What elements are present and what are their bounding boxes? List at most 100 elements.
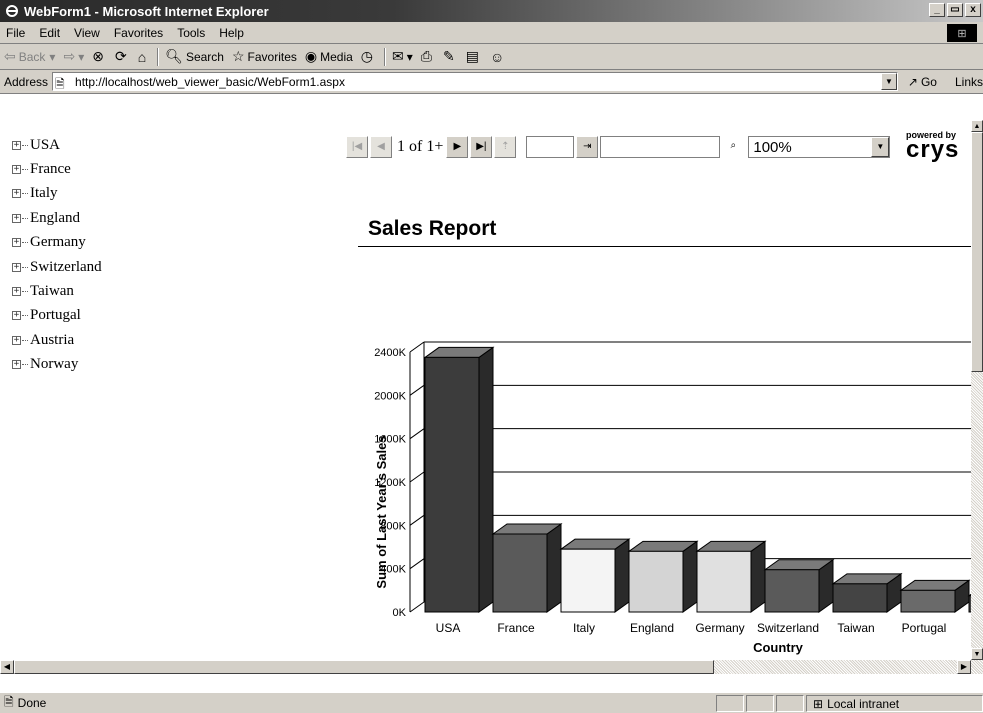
tree-connector	[22, 193, 28, 195]
bar	[764, 569, 820, 613]
page-done-icon: 🗎	[4, 694, 14, 709]
standard-toolbar: ⇦ Back ▾ ⇨ ▾ ⊗ ⟳ ⌂ 🔍︎ Search ☆ Favorites…	[0, 44, 983, 70]
expand-icon[interactable]: +	[12, 238, 21, 248]
expand-icon[interactable]: +	[12, 140, 21, 150]
vertical-scroll-thumb[interactable]	[971, 132, 983, 372]
x-tick-label: England	[630, 621, 674, 635]
stop-button[interactable]: ⊗	[92, 48, 107, 65]
crystal-logo: powered by crys	[906, 130, 960, 163]
first-page-button[interactable]: |◀	[346, 136, 368, 158]
tree-item-taiwan[interactable]: + Taiwan	[12, 279, 102, 303]
goto-page-input[interactable]	[526, 136, 575, 158]
tree-item-england[interactable]: + England	[12, 206, 102, 230]
zoom-dropdown-button[interactable]: ▼	[871, 137, 890, 157]
go-button[interactable]: ↗ Go	[908, 75, 937, 89]
mail-button[interactable]: ✉ ▾	[392, 48, 413, 65]
media-button[interactable]: ◉ Media	[305, 48, 353, 65]
menu-help[interactable]: Help	[219, 26, 244, 40]
expand-icon[interactable]: +	[12, 287, 21, 297]
close-button[interactable]: x	[965, 3, 981, 17]
tree-item-italy[interactable]: + Italy	[12, 182, 102, 206]
edit-button[interactable]: ✎	[443, 48, 458, 65]
status-text: Done	[17, 696, 47, 710]
scroll-left-icon[interactable]: ◀	[0, 660, 14, 674]
chart-bars	[423, 346, 971, 613]
forward-arrow-icon: ⇨	[63, 48, 76, 64]
last-page-button[interactable]: ▶|	[470, 136, 493, 158]
goto-page-button[interactable]: ⇥	[576, 136, 599, 158]
expand-icon[interactable]: +	[12, 311, 21, 321]
x-tick-labels: USA France Italy England Germany Switzerland T…	[436, 621, 947, 635]
home-button[interactable]: ⌂	[138, 49, 149, 65]
x-tick-label: USA	[436, 621, 461, 635]
address-input[interactable]: 🗎 http://localhost/web_viewer_basic/WebF…	[52, 72, 898, 91]
media-icon: ◉	[304, 48, 318, 64]
bar-side	[614, 538, 630, 613]
search-button[interactable]: 🔍︎ Search	[165, 48, 224, 65]
bar-side	[682, 540, 698, 613]
refresh-button[interactable]: ⟳	[115, 48, 130, 65]
favorites-button[interactable]: ☆ Favorites	[232, 48, 297, 65]
address-dropdown-button[interactable]: ▼	[880, 73, 897, 90]
vertical-scrollbar[interactable]: ▲ ▼	[971, 120, 983, 660]
horizontal-scroll-thumb[interactable]	[14, 660, 714, 674]
dropdown-icon: ▾	[49, 49, 56, 64]
ie-icon	[4, 3, 20, 19]
back-button[interactable]: ⇦ Back ▾	[4, 48, 55, 65]
binoculars-search-icon[interactable]: ⌕	[722, 136, 744, 158]
drill-up-button[interactable]: ⇡	[494, 136, 517, 158]
chart-grid-diagonal	[409, 341, 425, 353]
favorites-icon: ☆	[231, 48, 245, 64]
scroll-down-icon[interactable]: ▼	[971, 648, 983, 660]
discuss-button[interactable]: ▤	[466, 48, 482, 65]
expand-icon[interactable]: +	[12, 189, 21, 199]
history-button[interactable]: ◷	[361, 48, 376, 65]
expand-icon[interactable]: +	[12, 335, 21, 345]
next-page-button[interactable]: ▶	[446, 136, 469, 158]
horizontal-scrollbar[interactable]: ◀ ▶	[0, 660, 983, 674]
messenger-button[interactable]: ☺	[490, 49, 507, 65]
expand-icon[interactable]: +	[12, 360, 21, 370]
tree-connector	[22, 315, 28, 317]
back-arrow-icon: ⇦	[4, 48, 16, 64]
menu-edit[interactable]: Edit	[39, 26, 60, 40]
expand-icon[interactable]: +	[12, 165, 21, 175]
links-button[interactable]: Links	[955, 75, 983, 89]
menu-file[interactable]: File	[6, 26, 25, 40]
print-button[interactable]: ⎙	[421, 48, 435, 65]
tree-item-france[interactable]: + France	[12, 157, 102, 181]
tree-item-austria[interactable]: + Austria	[12, 328, 102, 352]
scroll-right-icon[interactable]: ▶	[957, 660, 971, 674]
chart-grid-diagonal	[409, 428, 425, 440]
search-text-input[interactable]	[600, 136, 721, 158]
tree-connector	[22, 266, 28, 268]
expand-icon[interactable]: +	[12, 213, 21, 223]
bar	[696, 550, 752, 613]
y-axis-label: Sum of Last Year's Sales	[374, 435, 389, 588]
menu-favorites[interactable]: Favorites	[114, 26, 163, 40]
tree-item-switzerland[interactable]: + Switzerland	[12, 255, 102, 279]
status-bar: 🗎 Done ⊞ Local intranet	[0, 692, 983, 713]
zoom-select[interactable]: 100% ▼	[748, 136, 891, 158]
tree-item-germany[interactable]: + Germany	[12, 231, 102, 255]
tree-item-portugal[interactable]: + Portugal	[12, 304, 102, 328]
group-tree: + USA + France + Italy + England + Germany + S…	[12, 133, 102, 377]
maximize-button[interactable]: ▭	[947, 3, 963, 17]
x-tick-label: Taiwan	[837, 621, 874, 635]
window-title: WebForm1 - Microsoft Internet Explorer	[24, 3, 269, 19]
intranet-icon: ⊞	[813, 696, 824, 711]
dropdown-icon: ▾	[406, 49, 413, 64]
tree-item-norway[interactable]: + Norway	[12, 353, 102, 377]
prev-page-button[interactable]: ◀	[370, 136, 392, 158]
x-axis-label: Country	[753, 640, 804, 655]
menu-view[interactable]: View	[74, 26, 100, 40]
forward-button[interactable]: ⇨ ▾	[63, 48, 84, 65]
tree-item-usa[interactable]: + USA	[12, 133, 102, 157]
menu-tools[interactable]: Tools	[177, 26, 205, 40]
minimize-button[interactable]: _	[929, 3, 945, 17]
expand-icon[interactable]: +	[12, 262, 21, 272]
status-cell	[776, 695, 804, 712]
bar	[628, 550, 684, 613]
refresh-icon: ⟳	[114, 48, 127, 64]
scroll-up-icon[interactable]: ▲	[971, 120, 983, 132]
